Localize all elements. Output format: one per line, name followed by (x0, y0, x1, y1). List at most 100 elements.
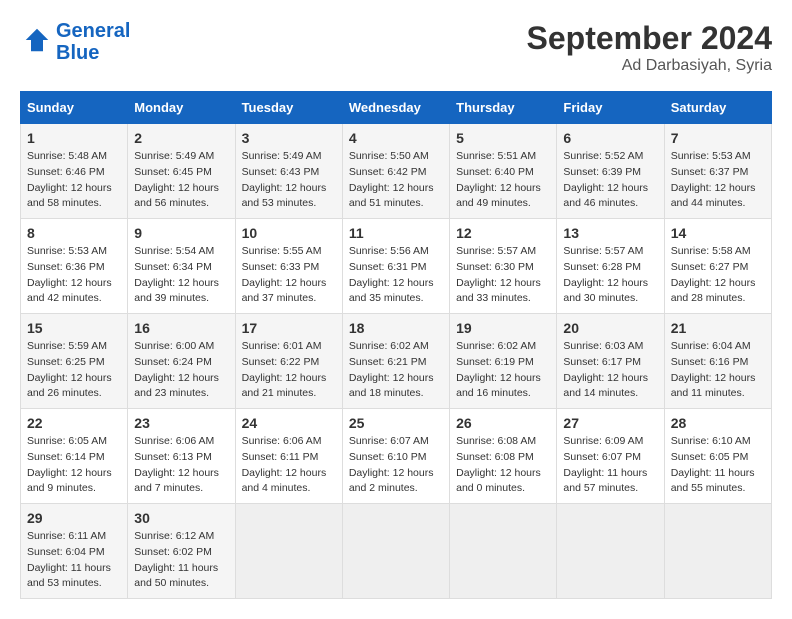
day-number: 28 (671, 415, 765, 431)
calendar-cell: 5 Sunrise: 5:51 AMSunset: 6:40 PMDaylight… (450, 124, 557, 219)
calendar-cell: 9Sunrise: 5:54 AMSunset: 6:34 PMDaylight… (128, 219, 235, 314)
day-detail: Sunrise: 5:57 AMSunset: 6:28 PMDaylight:… (563, 244, 657, 307)
calendar-cell: 3Sunrise: 5:49 AMSunset: 6:43 PMDaylight… (235, 124, 342, 219)
day-detail: Sunrise: 5:53 AMSunset: 6:36 PMDaylight:… (27, 244, 121, 307)
header-saturday: Saturday (664, 92, 771, 124)
calendar-week-row: 1Sunrise: 5:48 AMSunset: 6:46 PMDaylight… (21, 124, 772, 219)
calendar-cell: 6 Sunrise: 5:52 AMSunset: 6:39 PMDaylight… (557, 124, 664, 219)
calendar-cell: 16 Sunrise: 6:00 AMSunset: 6:24 PMDayligh… (128, 314, 235, 409)
logo-text-general: General (56, 20, 130, 42)
calendar-cell: 7 Sunrise: 5:53 AMSunset: 6:37 PMDaylight… (664, 124, 771, 219)
day-number: 16 (134, 320, 228, 336)
calendar-cell: 13 Sunrise: 5:57 AMSunset: 6:28 PMDayligh… (557, 219, 664, 314)
day-number: 23 (134, 415, 228, 431)
day-detail: Sunrise: 5:58 AMSunset: 6:27 PMDaylight:… (671, 244, 765, 307)
calendar-cell: 19 Sunrise: 6:02 AMSunset: 6:19 PMDayligh… (450, 314, 557, 409)
day-number: 30 (134, 510, 228, 526)
logo-icon (22, 25, 52, 55)
day-number: 10 (242, 225, 336, 241)
calendar-week-row: 8 Sunrise: 5:53 AMSunset: 6:36 PMDaylight… (21, 219, 772, 314)
calendar-cell: 28 Sunrise: 6:10 AMSunset: 6:05 PMDayligh… (664, 409, 771, 504)
calendar-cell (557, 504, 664, 599)
day-detail: Sunrise: 5:51 AMSunset: 6:40 PMDaylight:… (456, 149, 550, 212)
day-detail: Sunrise: 6:06 AMSunset: 6:11 PMDaylight:… (242, 434, 336, 497)
day-detail: Sunrise: 6:09 AMSunset: 6:07 PMDaylight:… (563, 434, 657, 497)
calendar-cell (235, 504, 342, 599)
day-detail: Sunrise: 6:08 AMSunset: 6:08 PMDaylight:… (456, 434, 550, 497)
calendar-week-row: 22 Sunrise: 6:05 AMSunset: 6:14 PMDayligh… (21, 409, 772, 504)
day-detail: Sunrise: 6:06 AMSunset: 6:13 PMDaylight:… (134, 434, 228, 497)
calendar-cell: 20 Sunrise: 6:03 AMSunset: 6:17 PMDayligh… (557, 314, 664, 409)
calendar-cell (342, 504, 449, 599)
calendar-cell: 4Sunrise: 5:50 AMSunset: 6:42 PMDaylight… (342, 124, 449, 219)
day-detail: Sunrise: 6:01 AMSunset: 6:22 PMDaylight:… (242, 339, 336, 402)
calendar-header-row: SundayMondayTuesdayWednesdayThursdayFrid… (21, 92, 772, 124)
day-detail: Sunrise: 6:02 AMSunset: 6:21 PMDaylight:… (349, 339, 443, 402)
header-monday: Monday (128, 92, 235, 124)
day-detail: Sunrise: 5:48 AMSunset: 6:46 PMDaylight:… (27, 149, 121, 212)
calendar-week-row: 15Sunrise: 5:59 AMSunset: 6:25 PMDayligh… (21, 314, 772, 409)
calendar-cell: 23 Sunrise: 6:06 AMSunset: 6:13 PMDayligh… (128, 409, 235, 504)
calendar-cell: 18Sunrise: 6:02 AMSunset: 6:21 PMDayligh… (342, 314, 449, 409)
header-thursday: Thursday (450, 92, 557, 124)
day-number: 2 (134, 130, 228, 146)
calendar-cell: 22 Sunrise: 6:05 AMSunset: 6:14 PMDayligh… (21, 409, 128, 504)
day-number: 11 (349, 225, 443, 241)
day-number: 26 (456, 415, 550, 431)
day-number: 27 (563, 415, 657, 431)
calendar-cell: 1Sunrise: 5:48 AMSunset: 6:46 PMDaylight… (21, 124, 128, 219)
day-detail: Sunrise: 5:57 AMSunset: 6:30 PMDaylight:… (456, 244, 550, 307)
day-number: 14 (671, 225, 765, 241)
day-detail: Sunrise: 6:02 AMSunset: 6:19 PMDaylight:… (456, 339, 550, 402)
day-detail: Sunrise: 6:03 AMSunset: 6:17 PMDaylight:… (563, 339, 657, 402)
calendar-cell: 24 Sunrise: 6:06 AMSunset: 6:11 PMDayligh… (235, 409, 342, 504)
calendar-cell: 2 Sunrise: 5:49 AMSunset: 6:45 PMDaylight… (128, 124, 235, 219)
calendar-cell: 30Sunrise: 6:12 AMSunset: 6:02 PMDayligh… (128, 504, 235, 599)
day-number: 24 (242, 415, 336, 431)
day-detail: Sunrise: 5:53 AMSunset: 6:37 PMDaylight:… (671, 149, 765, 212)
calendar-cell: 14 Sunrise: 5:58 AMSunset: 6:27 PMDayligh… (664, 219, 771, 314)
calendar-cell: 25 Sunrise: 6:07 AMSunset: 6:10 PMDayligh… (342, 409, 449, 504)
day-detail: Sunrise: 6:07 AMSunset: 6:10 PMDaylight:… (349, 434, 443, 497)
day-number: 25 (349, 415, 443, 431)
month-title: September 2024 (527, 20, 772, 57)
day-number: 21 (671, 320, 765, 336)
day-detail: Sunrise: 5:55 AMSunset: 6:33 PMDaylight:… (242, 244, 336, 307)
header-friday: Friday (557, 92, 664, 124)
header-tuesday: Tuesday (235, 92, 342, 124)
calendar-cell (450, 504, 557, 599)
day-detail: Sunrise: 6:00 AMSunset: 6:24 PMDaylight:… (134, 339, 228, 402)
day-number: 17 (242, 320, 336, 336)
day-number: 20 (563, 320, 657, 336)
day-detail: Sunrise: 5:49 AMSunset: 6:45 PMDaylight:… (134, 149, 228, 212)
day-detail: Sunrise: 6:04 AMSunset: 6:16 PMDaylight:… (671, 339, 765, 402)
day-number: 19 (456, 320, 550, 336)
day-detail: Sunrise: 5:49 AMSunset: 6:43 PMDaylight:… (242, 149, 336, 212)
day-detail: Sunrise: 5:59 AMSunset: 6:25 PMDaylight:… (27, 339, 121, 402)
calendar-cell: 27 Sunrise: 6:09 AMSunset: 6:07 PMDayligh… (557, 409, 664, 504)
calendar-table: SundayMondayTuesdayWednesdayThursdayFrid… (20, 91, 772, 599)
calendar-cell: 8 Sunrise: 5:53 AMSunset: 6:36 PMDaylight… (21, 219, 128, 314)
page-header: General Blue September 2024 Ad Darbasiya… (20, 20, 772, 75)
day-number: 6 (563, 130, 657, 146)
calendar-week-row: 29Sunrise: 6:11 AMSunset: 6:04 PMDayligh… (21, 504, 772, 599)
day-detail: Sunrise: 5:52 AMSunset: 6:39 PMDaylight:… (563, 149, 657, 212)
calendar-cell: 21 Sunrise: 6:04 AMSunset: 6:16 PMDayligh… (664, 314, 771, 409)
day-detail: Sunrise: 6:11 AMSunset: 6:04 PMDaylight:… (27, 529, 121, 592)
logo: General Blue (20, 20, 130, 64)
calendar-cell: 11 Sunrise: 5:56 AMSunset: 6:31 PMDayligh… (342, 219, 449, 314)
day-number: 7 (671, 130, 765, 146)
location: Ad Darbasiyah, Syria (527, 57, 772, 75)
logo-text-blue: Blue (56, 42, 130, 64)
day-number: 22 (27, 415, 121, 431)
day-detail: Sunrise: 5:50 AMSunset: 6:42 PMDaylight:… (349, 149, 443, 212)
day-number: 9 (134, 225, 228, 241)
calendar-cell: 12Sunrise: 5:57 AMSunset: 6:30 PMDayligh… (450, 219, 557, 314)
day-number: 5 (456, 130, 550, 146)
day-detail: Sunrise: 6:05 AMSunset: 6:14 PMDaylight:… (27, 434, 121, 497)
day-number: 13 (563, 225, 657, 241)
calendar-cell (664, 504, 771, 599)
day-detail: Sunrise: 6:10 AMSunset: 6:05 PMDaylight:… (671, 434, 765, 497)
day-detail: Sunrise: 5:56 AMSunset: 6:31 PMDaylight:… (349, 244, 443, 307)
day-number: 8 (27, 225, 121, 241)
